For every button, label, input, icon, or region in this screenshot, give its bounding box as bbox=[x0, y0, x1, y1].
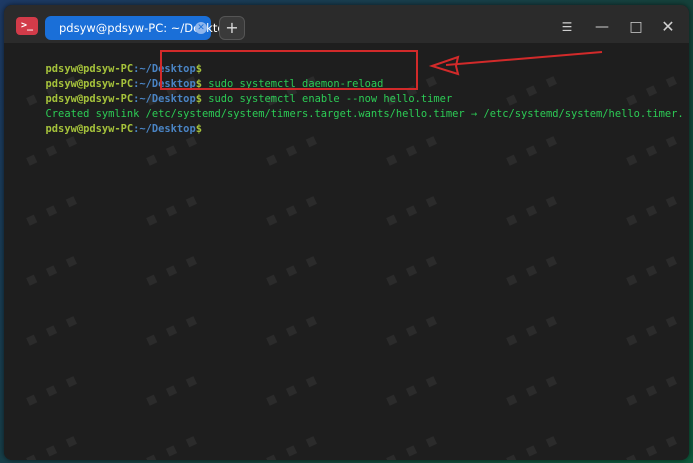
annotation-arrow-icon bbox=[428, 51, 603, 76]
